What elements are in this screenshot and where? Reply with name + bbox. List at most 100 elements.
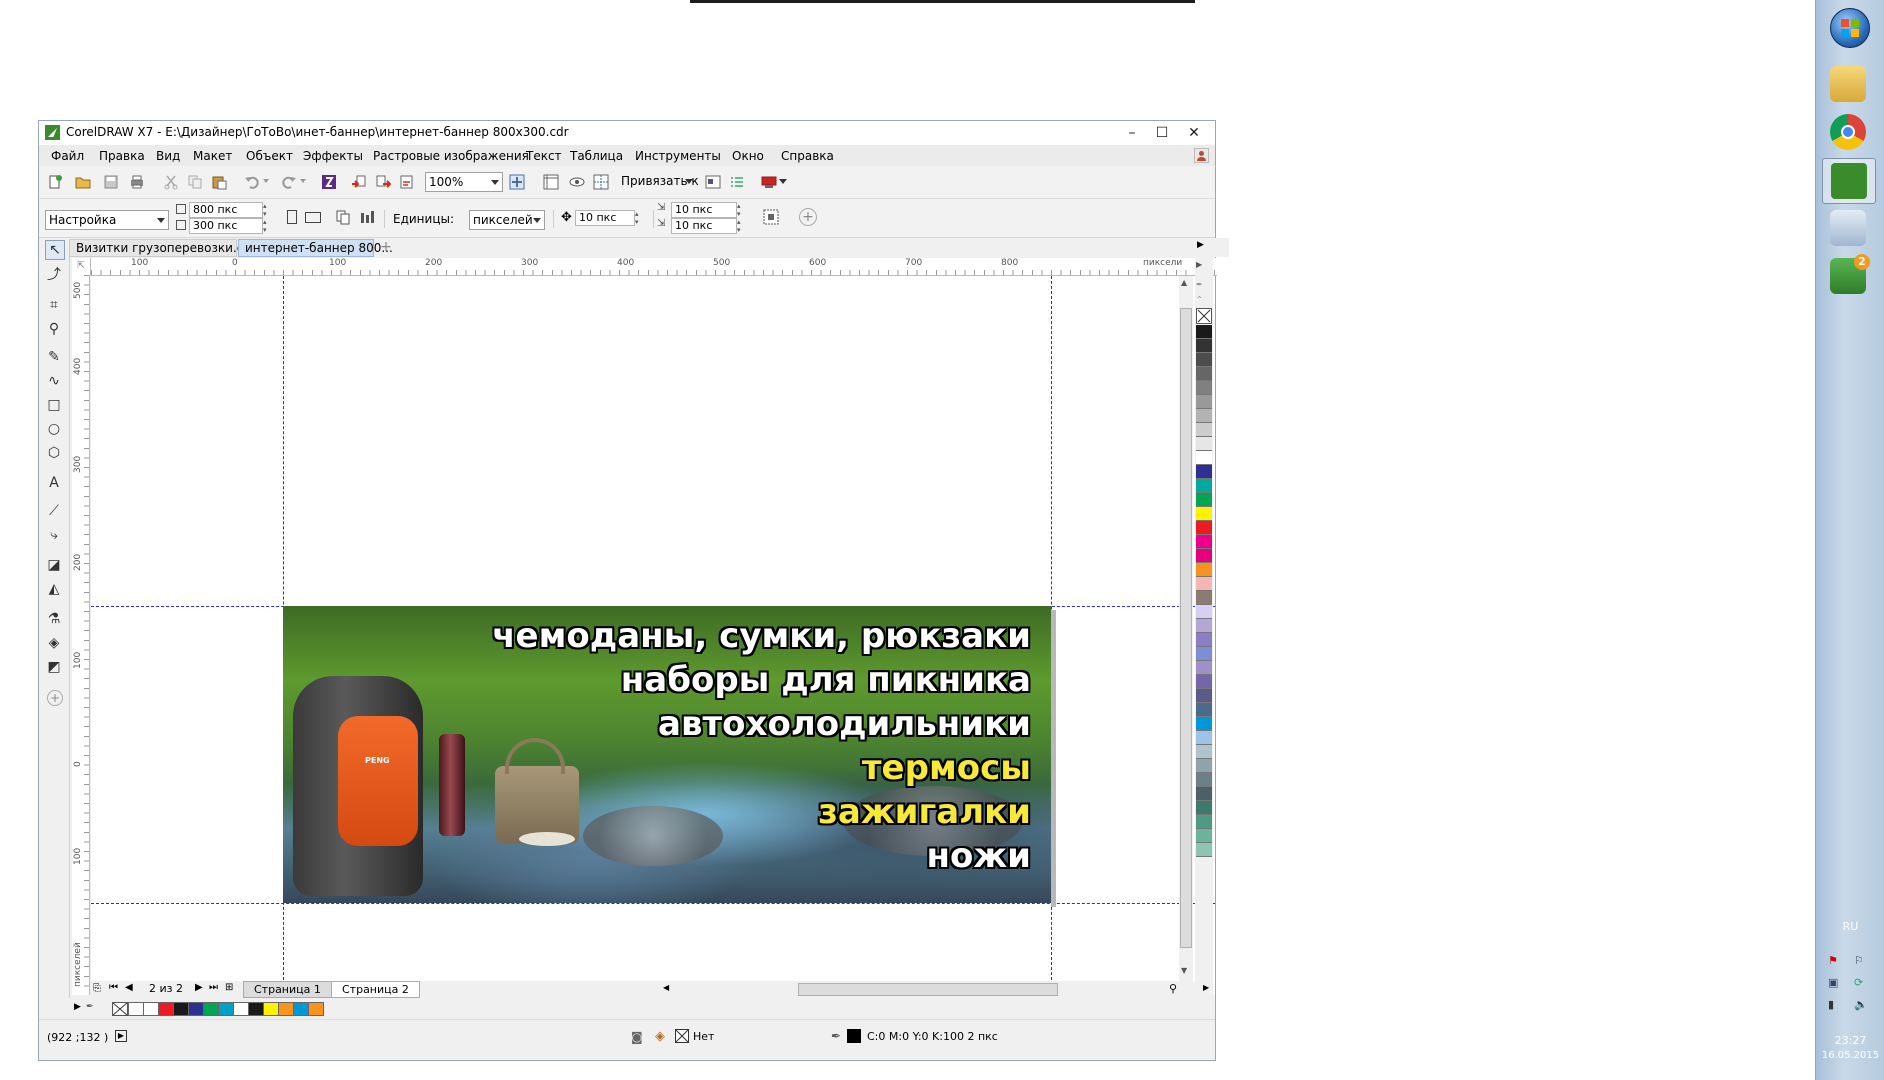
palette-swatch[interactable] [1196, 451, 1212, 465]
palette-flyout-arrow[interactable]: ▶ [1196, 260, 1202, 269]
doc-palette-swatch[interactable] [203, 1002, 219, 1016]
menu-effects[interactable]: Эффекты [303, 149, 363, 163]
all-pages-icon[interactable] [335, 209, 351, 225]
portrait-orientation-button[interactable] [287, 210, 297, 224]
palette-swatch[interactable] [1196, 619, 1212, 633]
menu-edit[interactable]: Правка [99, 149, 145, 163]
crop-tool-icon[interactable]: ⌗ [45, 296, 63, 314]
tray-update-icon[interactable]: ⟳ [1854, 976, 1863, 989]
doc-palette-swatch[interactable] [278, 1002, 294, 1016]
menu-table[interactable]: Таблица [570, 149, 623, 163]
language-indicator[interactable]: RU [1816, 920, 1884, 933]
view-eye-icon[interactable] [569, 174, 585, 190]
shape-tool-icon[interactable]: ⤴ [45, 266, 63, 284]
palette-swatch[interactable] [1196, 577, 1212, 591]
palette-swatch[interactable] [1196, 493, 1212, 507]
palette-swatch[interactable] [1196, 759, 1212, 773]
scroll-up-arrow[interactable]: ▲ [1181, 278, 1187, 287]
coreldraw-taskbar-button[interactable] [1822, 158, 1876, 204]
palette-swatch[interactable] [1196, 605, 1212, 619]
units-combo[interactable]: пикселей [469, 210, 545, 230]
ruler-origin-icon[interactable]: ⇱ [72, 258, 91, 276]
page-preset-combo[interactable]: Настройка [45, 210, 169, 230]
palette-swatch[interactable] [1196, 647, 1212, 661]
redo-dropdown-arrow[interactable] [300, 179, 306, 183]
vertical-scroll-thumb[interactable] [1180, 308, 1192, 948]
first-page-button[interactable]: ⏮ [109, 982, 118, 993]
close-button[interactable]: ✕ [1179, 123, 1209, 143]
new-document-icon[interactable] [47, 174, 63, 190]
redo-icon[interactable] [281, 174, 297, 190]
menu-tools[interactable]: Инструменты [635, 149, 721, 163]
palette-scroll-up[interactable]: ⌃ [1196, 295, 1203, 304]
hscroll-right-arrow[interactable]: ▶ [1203, 983, 1209, 992]
text-tool-icon[interactable]: A [45, 474, 63, 492]
options-icon[interactable] [705, 174, 721, 190]
connector-tool-icon[interactable]: ⤷ [45, 526, 63, 544]
import-icon[interactable] [351, 174, 367, 190]
page-doc-icon[interactable]: ⎘ [93, 983, 101, 994]
palette-swatch[interactable] [1196, 829, 1212, 843]
palette-swatch[interactable] [1196, 507, 1212, 521]
page-height-input[interactable]: 300 пкс [189, 218, 263, 234]
search-content-icon[interactable] [321, 174, 337, 190]
scroll-down-arrow[interactable]: ▼ [1181, 966, 1187, 975]
launcher-dropdown-arrow[interactable] [779, 179, 787, 184]
palette-swatch[interactable] [1196, 633, 1212, 647]
doc-palette-swatch[interactable] [263, 1002, 279, 1016]
polygon-tool-icon[interactable]: ⬡ [45, 444, 63, 462]
palette-swatch[interactable] [1196, 787, 1212, 801]
palette-swatch[interactable] [1196, 773, 1212, 787]
palette-swatch[interactable] [1196, 367, 1212, 381]
undo-icon[interactable] [244, 174, 260, 190]
calculator-icon[interactable] [1830, 210, 1866, 246]
doc-palette-eyedropper-icon[interactable]: ✒ [86, 1002, 94, 1012]
palette-swatch[interactable] [1196, 801, 1212, 815]
show-guides-icon[interactable] [593, 174, 609, 190]
zoom-navigator-icon[interactable]: ⚲ [1169, 982, 1177, 995]
horizontal-ruler[interactable]: 100 0 100 200 300 400 500 600 700 800 пи… [91, 258, 1217, 276]
menu-file[interactable]: Файл [51, 149, 84, 163]
doc-palette-swatch[interactable] [173, 1002, 189, 1016]
snap-dropdown-arrow[interactable] [685, 179, 693, 184]
doc-palette-swatch[interactable] [158, 1002, 174, 1016]
palette-swatch[interactable] [1196, 325, 1212, 339]
tab-vizitki[interactable]: Визитки грузоперевозки.cdr [69, 239, 256, 257]
freehand-tool-icon[interactable]: ✎ [45, 348, 63, 366]
doc-palette-swatch[interactable] [218, 1002, 234, 1016]
show-rulers-icon[interactable] [543, 174, 559, 190]
ellipse-tool-icon[interactable]: ○ [45, 420, 63, 438]
next-page-button[interactable]: ▶ [195, 982, 203, 993]
copy-icon[interactable] [187, 174, 203, 190]
smart-fill-icon[interactable]: ◩ [45, 658, 63, 676]
status-expand-arrow[interactable]: ▶ [115, 1030, 127, 1042]
transparency-tool-icon[interactable]: ◭ [45, 580, 63, 598]
eyedropper-tool-icon[interactable]: ⚗ [45, 610, 63, 628]
banner-artwork[interactable]: PENG чемоданы, сумки, рюкзаки наборы для… [283, 606, 1051, 903]
add-tool-plus-icon[interactable]: + [47, 690, 63, 706]
app-with-badge-icon[interactable]: 2 [1830, 254, 1870, 294]
menu-text[interactable]: Текст [526, 149, 562, 163]
menu-view[interactable]: Вид [156, 149, 180, 163]
paste-icon[interactable] [211, 174, 227, 190]
palette-swatch[interactable] [1196, 339, 1212, 353]
menu-window[interactable]: Окно [732, 149, 764, 163]
save-icon[interactable] [103, 174, 119, 190]
clock-time[interactable]: 23:27 [1816, 1034, 1884, 1047]
doc-palette-swatch[interactable] [293, 1002, 309, 1016]
menu-bitmaps[interactable]: Растровые изображения [373, 149, 529, 163]
doc-palette-swatch[interactable] [143, 1002, 159, 1016]
palette-swatch[interactable] [1196, 381, 1212, 395]
hscroll-left-arrow[interactable]: ◀ [663, 983, 669, 992]
doc-palette-swatch[interactable] [308, 1002, 324, 1016]
current-page-icon[interactable] [359, 209, 375, 225]
menu-object[interactable]: Объект [246, 149, 293, 163]
last-page-button[interactable]: ⏭ [209, 982, 218, 993]
doc-no-color-swatch[interactable] [112, 1002, 128, 1016]
zoom-level-combo[interactable]: 100% [425, 172, 503, 192]
export-icon[interactable] [375, 174, 391, 190]
tab-internet-banner[interactable]: интернет-баннер 800... [238, 239, 393, 257]
doc-palette-swatch[interactable] [248, 1002, 264, 1016]
vertical-scrollbar[interactable]: ▲ ▼ [1179, 276, 1193, 981]
palette-swatch[interactable] [1196, 843, 1212, 857]
